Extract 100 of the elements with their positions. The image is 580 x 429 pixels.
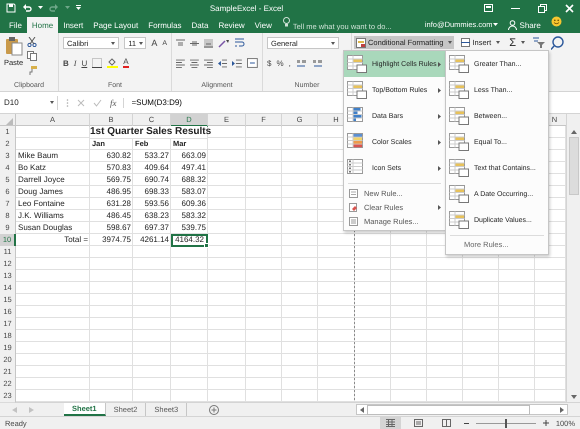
table-cell-text: 690.74 bbox=[144, 174, 170, 186]
sort-filter-icon[interactable] bbox=[532, 36, 546, 48]
new-rule-icon bbox=[349, 188, 358, 198]
zoom-out-icon[interactable] bbox=[464, 420, 469, 426]
align-center-icon[interactable] bbox=[190, 58, 199, 68]
bold-button[interactable]: B bbox=[63, 58, 69, 68]
table-cell-text: 3974.75 bbox=[101, 234, 132, 246]
save-icon[interactable] bbox=[6, 3, 16, 13]
comma-button[interactable]: , bbox=[288, 58, 291, 68]
ribbon-tab[interactable]: Home bbox=[26, 17, 58, 33]
table-cell-text: 638.23 bbox=[144, 210, 170, 222]
fill-color-icon[interactable] bbox=[107, 58, 118, 68]
row-label: Leo Fontaine bbox=[17, 198, 66, 210]
ribbon-tab[interactable]: View bbox=[250, 17, 277, 33]
row-label: J.K. Williams bbox=[17, 210, 65, 222]
ribbon-tab[interactable]: Data bbox=[186, 17, 214, 33]
add-sheet-icon[interactable] bbox=[209, 404, 220, 414]
grow-font-button[interactable]: A bbox=[151, 38, 158, 48]
underline-button[interactable]: U bbox=[81, 58, 88, 68]
table-cell-text: 593.56 bbox=[144, 198, 170, 210]
wrap-text-icon[interactable] bbox=[235, 38, 245, 48]
align-bottom-icon[interactable] bbox=[204, 38, 213, 48]
align-left-icon[interactable] bbox=[176, 58, 185, 68]
normal-view-button[interactable] bbox=[380, 417, 401, 429]
caret-icon[interactable] bbox=[492, 23, 498, 27]
merge-cells-icon[interactable] bbox=[247, 58, 258, 68]
insert-function-button[interactable]: fx bbox=[110, 98, 124, 108]
decimal-icon[interactable] bbox=[296, 58, 307, 68]
row-label: Susan Douglas bbox=[17, 222, 74, 234]
font-color-button[interactable]: A bbox=[123, 58, 129, 68]
copy-icon[interactable] bbox=[27, 51, 38, 61]
table-cell-text: 631.28 bbox=[106, 198, 132, 210]
align-right-icon[interactable] bbox=[204, 58, 213, 68]
cell-rule-icon bbox=[449, 159, 469, 177]
ribbon-tab[interactable]: Insert bbox=[58, 17, 88, 33]
ribbon-options-icon[interactable] bbox=[484, 4, 493, 12]
horizontal-scrollbar[interactable] bbox=[356, 404, 568, 415]
scroll-left-icon[interactable] bbox=[360, 406, 364, 412]
currency-button[interactable]: $ bbox=[267, 58, 272, 68]
scroll-thumb[interactable] bbox=[568, 137, 578, 195]
manage-rules-icon bbox=[349, 216, 358, 226]
cell-rule-icon bbox=[449, 107, 469, 125]
table-cell-text: 598.67 bbox=[106, 222, 132, 234]
align-middle-icon[interactable] bbox=[190, 38, 199, 48]
window-title: SampleExcel - Excel bbox=[208, 4, 284, 12]
ribbon-tab[interactable]: File bbox=[4, 17, 27, 33]
table-cell-text: 539.75 bbox=[180, 222, 207, 234]
person-icon bbox=[508, 20, 517, 30]
clipboard-icon bbox=[4, 36, 23, 56]
split-page-icon bbox=[442, 419, 451, 427]
decrease-indent-icon[interactable] bbox=[218, 58, 228, 68]
table-cell-text: 497.41 bbox=[180, 162, 207, 174]
border-icon[interactable] bbox=[92, 58, 102, 68]
name-box[interactable]: D10 bbox=[0, 96, 58, 110]
autosum-button[interactable]: Σ bbox=[507, 36, 528, 49]
orientation-icon[interactable] bbox=[218, 38, 230, 48]
restore-icon[interactable] bbox=[538, 4, 547, 12]
close-icon[interactable] bbox=[565, 4, 574, 12]
table-cell-text: 583.07 bbox=[180, 186, 207, 198]
cell-rule-icon bbox=[449, 81, 469, 99]
vertical-scrollbar[interactable] bbox=[566, 114, 580, 402]
smiley-icon[interactable] bbox=[550, 16, 562, 27]
scissors-icon[interactable] bbox=[27, 37, 38, 47]
share-button[interactable]: Share bbox=[508, 20, 541, 30]
ribbon-tab[interactable]: Formulas bbox=[143, 17, 187, 33]
caret-icon[interactable] bbox=[38, 6, 43, 10]
table-cell-text: 583.32 bbox=[180, 210, 207, 222]
decimal-icon[interactable] bbox=[312, 58, 323, 68]
table-cell-text: 409.64 bbox=[144, 162, 170, 174]
italic-button[interactable]: I bbox=[74, 58, 76, 68]
search-icon[interactable] bbox=[551, 36, 566, 50]
undo-icon[interactable] bbox=[22, 3, 32, 13]
row-label: Bo Katz bbox=[17, 162, 48, 174]
check-icon[interactable] bbox=[93, 98, 102, 106]
percent-button[interactable]: % bbox=[276, 58, 284, 68]
ribbon-tab[interactable]: Page Layout bbox=[88, 17, 144, 33]
highlight-rules-icon bbox=[347, 55, 367, 73]
table-cell-text: 630.82 bbox=[106, 150, 132, 162]
table-cell-text: 697.37 bbox=[144, 222, 170, 234]
table-cell-text: 570.83 bbox=[106, 162, 132, 174]
format-painter-icon[interactable] bbox=[27, 65, 38, 75]
table-cell-text: 569.75 bbox=[106, 174, 132, 186]
insert-cells-icon bbox=[461, 38, 470, 47]
scroll-down-icon[interactable] bbox=[570, 395, 576, 399]
row-label: Mike Baum bbox=[17, 150, 60, 162]
table-cell-text: 486.95 bbox=[106, 186, 132, 198]
cell-rule-icon bbox=[449, 133, 469, 151]
ribbon-tab[interactable]: Review bbox=[213, 17, 250, 33]
scroll-up-icon[interactable] bbox=[570, 130, 576, 134]
table-cell-text: 698.33 bbox=[144, 186, 170, 198]
increase-indent-icon[interactable] bbox=[232, 58, 242, 68]
row-label: Total = bbox=[63, 234, 89, 246]
top-bottom-rules-icon bbox=[347, 81, 367, 99]
scroll-thumb[interactable] bbox=[367, 404, 530, 414]
scroll-right-icon[interactable] bbox=[560, 406, 564, 412]
zoom-in-icon[interactable] bbox=[542, 420, 549, 426]
align-top-icon[interactable] bbox=[176, 38, 185, 48]
table-cell-text: 663.09 bbox=[180, 150, 207, 162]
customize-icon[interactable] bbox=[76, 5, 81, 11]
table-cell-text: 609.36 bbox=[180, 198, 207, 210]
